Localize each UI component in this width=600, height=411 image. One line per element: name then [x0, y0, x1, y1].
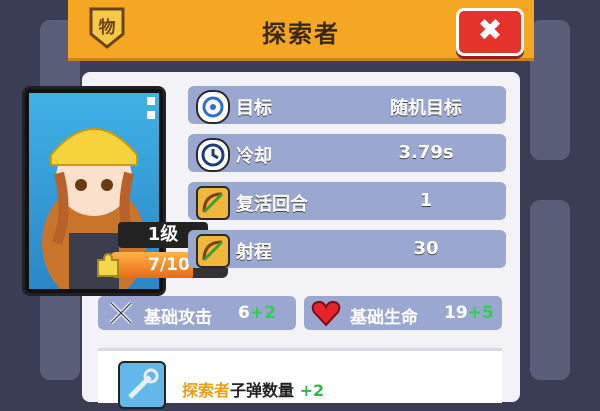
base-attack-bonus: +2	[249, 303, 276, 323]
stat-row-cooldown: 冷却 3.79s	[188, 134, 506, 172]
puzzle-piece-icon	[94, 252, 120, 278]
stat-row-revive: 复活回合 1	[188, 182, 506, 220]
stat-row-target: 目标 随机目标	[188, 86, 506, 124]
stat-label: 复活回合	[236, 194, 308, 215]
stat-value: 3.79s	[398, 142, 454, 163]
background-card-right-2	[530, 200, 570, 380]
stat-value: 1	[419, 190, 433, 211]
close-icon: ✖	[477, 13, 503, 48]
base-attack-label: 基础攻击	[144, 308, 212, 328]
stat-label: 射程	[236, 242, 272, 263]
crossed-swords-icon	[106, 298, 136, 328]
skill-bonus: +2	[299, 381, 325, 400]
skill-description-row: 探索者子弹数量 +2	[98, 348, 502, 409]
skill-name: 探索者	[182, 381, 231, 400]
bow-icon	[196, 186, 230, 220]
card-menu-icon[interactable]	[147, 97, 155, 119]
background-card-right	[530, 20, 570, 160]
stat-row-range: 射程 30	[188, 230, 506, 268]
crosshair-icon	[196, 90, 230, 124]
clock-icon	[196, 138, 230, 172]
base-attack-value: 6+2	[238, 303, 276, 323]
stat-label: 冷却	[236, 146, 272, 167]
bow-icon	[196, 234, 230, 268]
stat-value: 随机目标	[390, 98, 462, 119]
skill-text: 探索者子弹数量 +2	[182, 381, 325, 400]
base-hp-label: 基础生命	[350, 308, 418, 328]
close-button[interactable]: ✖	[456, 8, 524, 56]
base-hp-row: 基础生命 19+5	[304, 296, 502, 330]
heart-icon	[310, 298, 342, 328]
stat-label: 目标	[236, 98, 272, 119]
wrench-icon	[118, 361, 166, 409]
base-hp-bonus: +5	[467, 303, 494, 323]
base-attack-row: 基础攻击 6+2	[98, 296, 296, 330]
base-hp-value: 19+5	[444, 303, 494, 323]
stat-value: 30	[413, 238, 439, 259]
panel-header: 物 探索者 ✖	[68, 0, 534, 61]
